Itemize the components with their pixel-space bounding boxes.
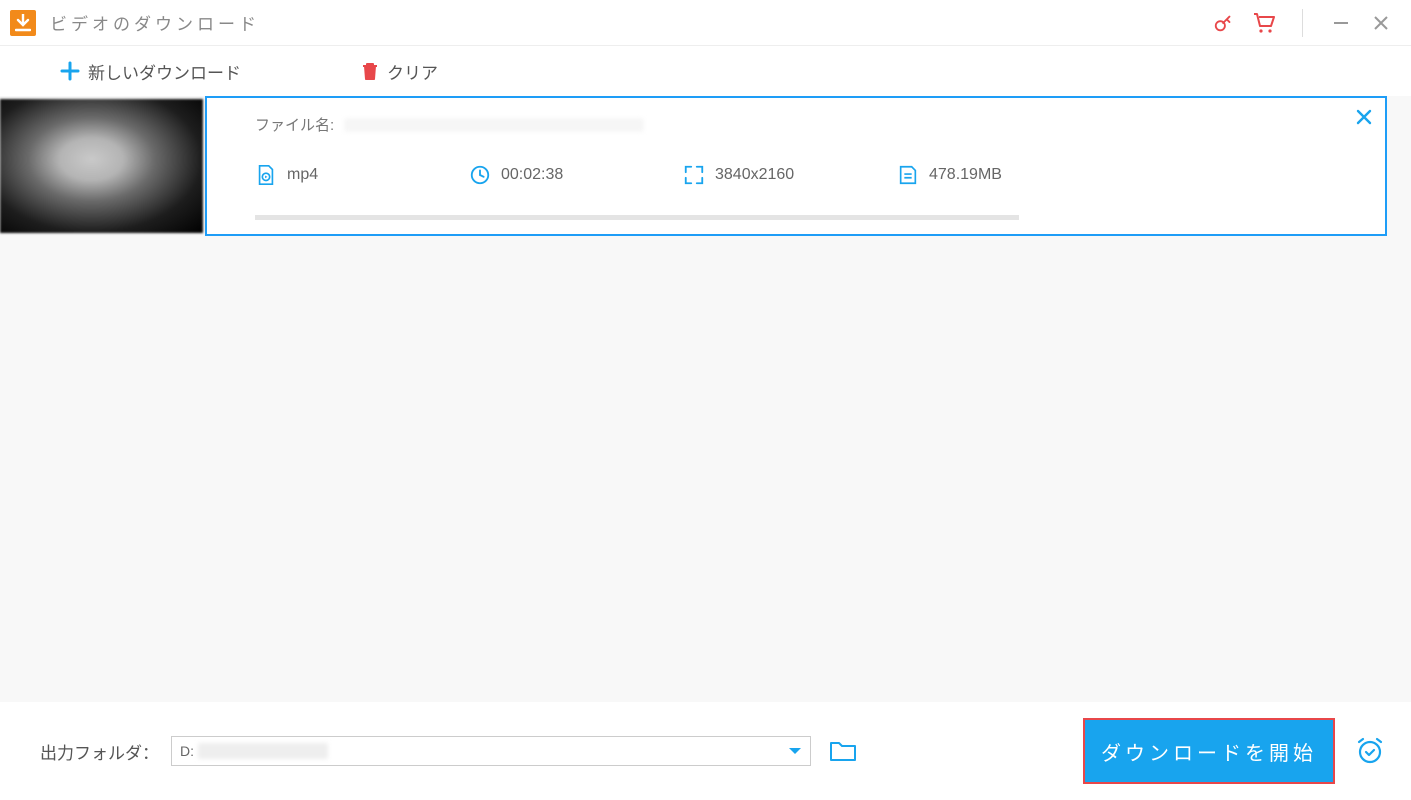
cart-icon[interactable] [1244, 3, 1284, 43]
trash-icon [361, 61, 379, 81]
minimize-button[interactable] [1321, 3, 1361, 43]
schedule-button[interactable] [1355, 736, 1385, 766]
footer: 出力フォルダ： D: ダウンロードを開始 [0, 702, 1411, 800]
start-download-button[interactable]: ダウンロードを開始 [1083, 718, 1335, 784]
toolbar: 新しいダウンロード クリア [0, 46, 1411, 96]
clock-icon [469, 164, 491, 186]
format-value: mp4 [287, 166, 318, 184]
meta-row: mp4 00:02:38 3840x2160 [255, 164, 1345, 186]
remove-item-button[interactable] [1355, 108, 1373, 126]
resolution-meta: 3840x2160 [683, 164, 883, 186]
close-button[interactable] [1361, 3, 1401, 43]
alarm-clock-icon [1355, 736, 1385, 766]
app-icon [10, 10, 36, 36]
file-icon [897, 164, 919, 186]
app-title: ビデオのダウンロード [50, 10, 260, 35]
output-path-rest [198, 743, 328, 759]
output-folder-label: 出力フォルダ： [40, 739, 159, 764]
resolution-value: 3840x2160 [715, 166, 794, 184]
filename-label: ファイル名: [255, 114, 334, 135]
output-path-value: D: [180, 743, 194, 759]
new-download-button[interactable]: 新しいダウンロード [60, 59, 241, 84]
filesize-meta: 478.19MB [897, 164, 1002, 186]
output-path-dropdown[interactable]: D: [171, 736, 811, 766]
titlebar: ビデオのダウンロード [0, 0, 1411, 46]
folder-icon [829, 739, 857, 763]
titlebar-separator [1302, 9, 1303, 37]
progress-bar [255, 215, 1019, 220]
video-thumbnail [0, 99, 205, 233]
filename-value [344, 118, 644, 132]
duration-meta: 00:02:38 [469, 164, 669, 186]
key-icon[interactable] [1204, 3, 1244, 43]
duration-value: 00:02:38 [501, 166, 563, 184]
download-item-body: ファイル名: mp4 00:02:38 [205, 96, 1387, 236]
play-file-icon [255, 164, 277, 186]
download-item[interactable]: ファイル名: mp4 00:02:38 [0, 96, 1387, 236]
clear-button[interactable]: クリア [361, 59, 438, 84]
format-meta: mp4 [255, 164, 455, 186]
filesize-value: 478.19MB [929, 166, 1002, 184]
clear-label: クリア [387, 59, 438, 84]
chevron-down-icon [788, 746, 802, 756]
browse-folder-button[interactable] [829, 739, 857, 763]
expand-icon [683, 164, 705, 186]
new-download-label: 新しいダウンロード [88, 59, 241, 84]
download-list: ファイル名: mp4 00:02:38 [0, 96, 1411, 702]
filename-row: ファイル名: [255, 114, 1345, 135]
start-download-label: ダウンロードを開始 [1101, 737, 1317, 766]
plus-icon [60, 61, 80, 81]
